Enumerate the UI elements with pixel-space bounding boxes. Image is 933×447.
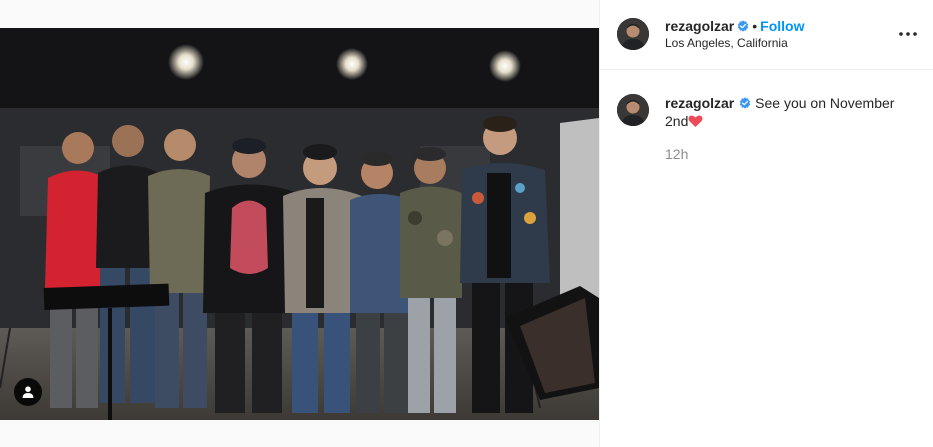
post-timestamp[interactable]: 12h [665, 146, 688, 162]
tag-people-button[interactable] [14, 378, 42, 406]
caption-author-avatar[interactable] [617, 94, 649, 126]
caption-comment: rezagolzar See you on November 2nd 12h [600, 70, 933, 190]
post-photo[interactable] [0, 28, 599, 420]
profile-avatar-icon [617, 18, 649, 50]
header-user-line: rezagolzar • Follow [665, 18, 804, 34]
instagram-post: rezagolzar • Follow Los Angeles, Californ… [0, 0, 933, 447]
post-location[interactable]: Los Angeles, California [665, 36, 788, 50]
profile-avatar-icon [617, 94, 649, 126]
caption-text-continued: 2nd [665, 113, 689, 129]
verified-badge-icon [738, 20, 749, 32]
caption-text-block: rezagolzar See you on November 2nd [665, 94, 905, 130]
post-side-panel: rezagolzar • Follow Los Angeles, Californ… [599, 0, 933, 447]
red-heart-icon [688, 115, 703, 127]
caption-username[interactable]: rezagolzar [665, 95, 734, 111]
author-avatar[interactable] [617, 18, 649, 50]
more-options-icon[interactable] [897, 24, 919, 44]
caption-text: See you on November [755, 95, 895, 111]
follow-button[interactable]: Follow [760, 18, 804, 34]
user-tag-icon [22, 386, 34, 398]
author-username[interactable]: rezagolzar [665, 18, 734, 34]
separator-dot: • [752, 18, 758, 34]
group-photo-illustration [0, 28, 599, 420]
post-header: rezagolzar • Follow Los Angeles, Californ… [600, 0, 933, 70]
verified-badge-icon [740, 97, 751, 109]
